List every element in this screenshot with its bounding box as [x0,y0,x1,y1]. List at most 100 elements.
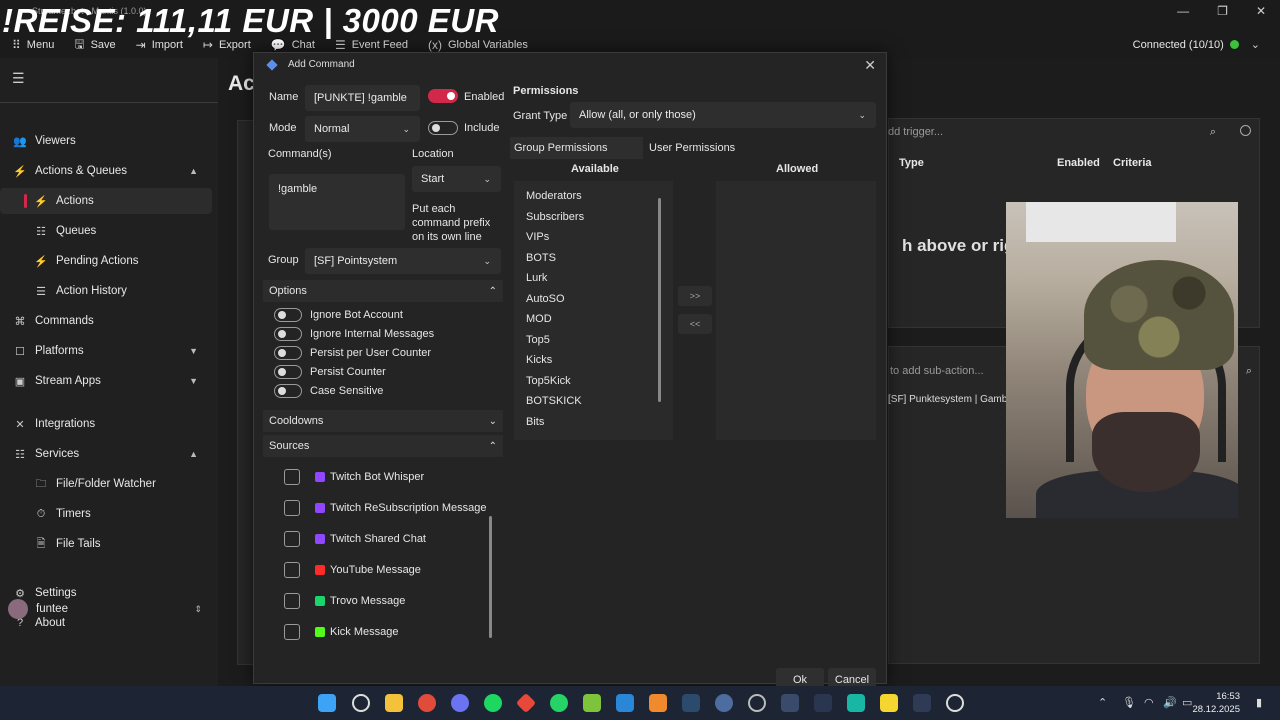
whatsapp-icon[interactable] [550,694,568,712]
available-list-item[interactable]: BOTSKICK [526,395,582,407]
hamburger-icon[interactable]: ☰ [12,70,25,87]
app-icon[interactable] [649,694,667,712]
include-toggle[interactable] [428,121,458,135]
obs-icon[interactable] [748,694,766,712]
sidebar-item-queues[interactable]: ☷ Queues [0,218,212,244]
steam-icon[interactable] [682,694,700,712]
sticky-notes-icon[interactable] [880,694,898,712]
chrome-icon[interactable] [418,694,436,712]
option-toggle[interactable] [274,327,302,341]
search-icon[interactable]: ⌕ [1246,365,1252,378]
minimize-button[interactable]: — [1177,4,1189,18]
source-checkbox[interactable] [284,562,300,578]
option-toggle[interactable] [274,308,302,322]
available-list-item[interactable]: VIPs [526,231,549,243]
app-icon[interactable] [515,692,537,714]
chatgpt-icon[interactable] [946,694,964,712]
sidebar-item-actions-queues[interactable]: ⚡ Actions & Queues ▲ [0,158,212,184]
column-criteria[interactable]: Criteria [1113,157,1152,169]
available-list-item[interactable]: AutoSO [526,293,565,305]
sidebar-item-commands[interactable]: ⌘ Commands [0,308,212,334]
sidebar-item-file-folder-watcher[interactable]: 🗀 File/Folder Watcher [0,471,212,497]
sidebar-item-pending-actions[interactable]: ⚡ Pending Actions [0,248,212,274]
source-checkbox[interactable] [284,624,300,640]
wifi-icon[interactable]: ◠ [1144,696,1154,709]
menu-chat[interactable]: 💬 Chat [271,38,315,52]
source-checkbox[interactable] [284,531,300,547]
location-select[interactable]: Start ⌄ [412,166,501,192]
menu-export[interactable]: ↦ Export [203,38,251,52]
available-list-item[interactable]: Top5 [526,334,550,346]
info-icon[interactable] [1240,125,1251,136]
cooldowns-section-header[interactable]: Cooldowns ⌄ [263,410,503,432]
tab-user-permissions[interactable]: User Permissions [649,137,735,159]
battery-icon[interactable]: ▭ [1182,696,1192,709]
search-icon[interactable]: ⌕ [1210,126,1216,139]
notification-icon[interactable]: ▮ [1256,696,1262,709]
menu-import[interactable]: ⇥ Import [136,38,183,52]
sidebar-item-viewers[interactable]: 👥 Viewers [0,128,212,154]
subaction-row[interactable]: [SF] Punktesystem | Gamble [888,388,1008,410]
column-type[interactable]: Type [899,157,924,169]
available-list-item[interactable]: Moderators [526,190,582,202]
tray-chevron-icon[interactable]: ⌃ [1098,696,1107,709]
available-list-item[interactable]: BOTS [526,252,556,264]
user-menu[interactable]: funtee ⇕ [8,598,208,620]
option-toggle[interactable] [274,384,302,398]
available-list-item[interactable]: MOD [526,313,552,325]
menu-event-feed[interactable]: ☰ Event Feed [335,38,408,52]
menu-global-variables[interactable]: (x) Global Variables [428,38,528,52]
name-input[interactable]: [PUNKTE] !gamble [305,85,420,111]
volume-icon[interactable]: 🔊 [1163,696,1177,709]
app-icon[interactable] [847,694,865,712]
vscode-icon[interactable] [616,694,634,712]
sidebar-item-file-tails[interactable]: 🗎 File Tails [0,531,212,557]
trigger-search-input[interactable]: dd trigger... ⌕ [888,121,1224,143]
mode-select[interactable]: Normal ⌄ [305,116,420,142]
sources-section-header[interactable]: Sources ⌃ [263,435,503,457]
available-scrollbar[interactable] [658,198,661,402]
sidebar-item-action-history[interactable]: ☰ Action History [0,278,212,304]
sidebar-item-integrations[interactable]: ✕ Integrations [0,411,212,437]
available-list-item[interactable]: Kicks [526,354,552,366]
enabled-toggle[interactable] [428,89,458,103]
menu-menu[interactable]: ⠿ Menu [12,38,54,52]
source-checkbox[interactable] [284,469,300,485]
windows-start-icon[interactable] [318,694,336,712]
move-right-button[interactable]: >> [678,286,712,306]
group-select[interactable]: [SF] Pointsystem ⌄ [305,248,501,274]
allowed-list[interactable] [716,181,876,440]
available-list-item[interactable]: Top5Kick [526,375,571,387]
maximize-button[interactable]: ❐ [1217,4,1228,18]
option-toggle[interactable] [274,346,302,360]
app-icon[interactable] [715,694,733,712]
source-checkbox[interactable] [284,593,300,609]
davinci-icon[interactable] [913,694,931,712]
search-icon[interactable] [352,694,370,712]
sidebar-item-platforms[interactable]: ☐ Platforms ▼ [0,338,212,364]
sources-scrollbar[interactable] [489,516,492,638]
move-left-button[interactable]: << [678,314,712,334]
tab-group-permissions[interactable]: Group Permissions [510,137,643,159]
options-section-header[interactable]: Options ⌃ [263,280,503,302]
commands-textarea[interactable]: !gamble [269,174,405,230]
column-enabled[interactable]: Enabled [1057,157,1100,169]
sidebar-item-stream-apps[interactable]: ▣ Stream Apps ▼ [0,368,212,394]
grant-type-select[interactable]: Allow (all, or only those) ⌄ [570,102,876,128]
sidebar-item-services[interactable]: ☷ Services ▲ [0,441,212,467]
chevron-down-icon[interactable]: ⌄ [1251,38,1260,51]
clock[interactable]: 16:53 28.12.2025 [1192,690,1240,716]
source-checkbox[interactable] [284,500,300,516]
sidebar-item-timers[interactable]: ⏱ Timers [0,501,212,527]
sidebar-item-actions[interactable]: ⚡ Actions [0,188,212,214]
file-explorer-icon[interactable] [385,694,403,712]
streamerbot-icon[interactable] [781,694,799,712]
available-list-item[interactable]: Bits [526,416,544,428]
connection-status[interactable]: Connected (10/10) ⌄ [1133,38,1260,52]
available-list-item[interactable]: Subscribers [526,211,584,223]
available-list-item[interactable]: Lurk [526,272,547,284]
close-window-button[interactable]: ✕ [1256,4,1266,18]
discord-icon[interactable] [451,694,469,712]
notepad-plus-icon[interactable] [583,694,601,712]
audio-app-icon[interactable] [814,694,832,712]
